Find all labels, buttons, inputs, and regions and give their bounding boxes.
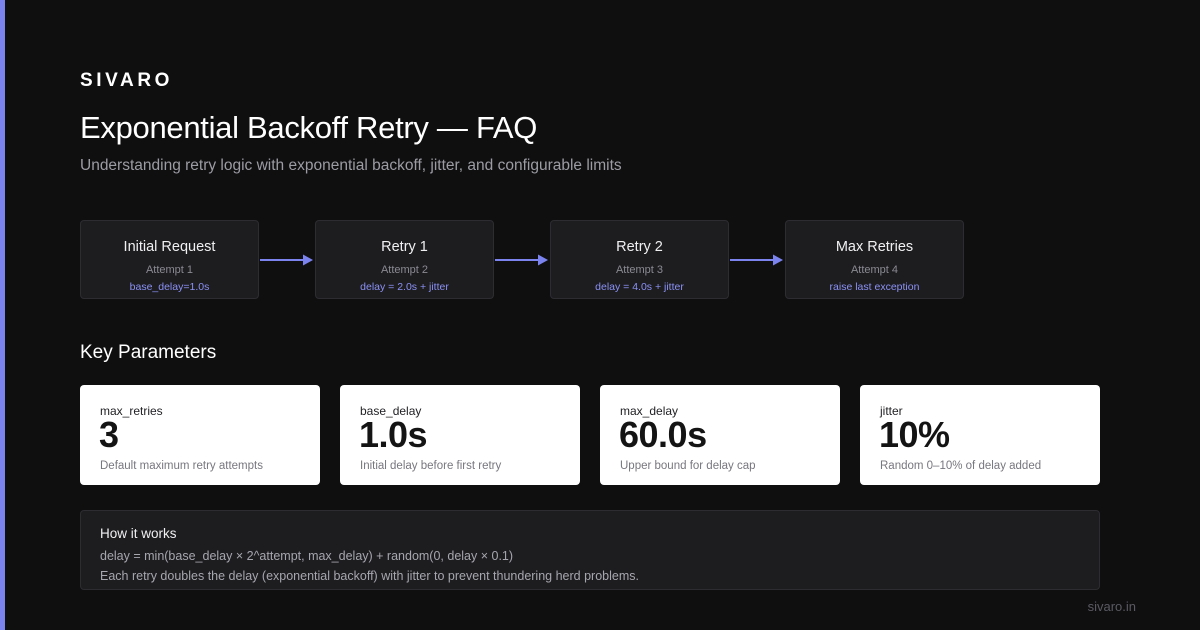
footer-site-link[interactable]: sivaro.in [1088, 599, 1136, 614]
arrow-right-icon [495, 254, 548, 266]
step-note: base_delay=1.0s [129, 281, 210, 293]
param-card-jitter: jitter 10% Random 0–10% of delay added [860, 385, 1100, 485]
how-it-works-title: How it works [100, 526, 177, 541]
key-parameters-heading: Key Parameters [80, 342, 217, 363]
param-value: 1.0s [359, 414, 428, 455]
param-description: Upper bound for delay cap [620, 460, 756, 472]
param-card-max-delay: max_delay 60.0s Upper bound for delay ca… [600, 385, 840, 485]
step-title: Max Retries [835, 239, 914, 255]
param-card-base-delay: base_delay 1.0s Initial delay before fir… [340, 385, 580, 485]
accent-bar [0, 0, 5, 630]
param-value: 10% [879, 414, 950, 455]
page-title: Exponential Backoff Retry — FAQ [80, 110, 538, 145]
page-subtitle: Understanding retry logic with exponenti… [80, 157, 622, 174]
how-it-works-box: How it works delay = min(base_delay × 2^… [80, 510, 1100, 590]
step-title: Retry 1 [381, 239, 428, 255]
param-description: Initial delay before first retry [360, 460, 502, 472]
flow-step-max-retries: Max Retries Attempt 4 raise last excepti… [785, 220, 964, 299]
step-attempt: Attempt 2 [380, 264, 429, 276]
arrow-right-icon [260, 254, 313, 266]
step-note: delay = 2.0s + jitter [360, 281, 449, 293]
step-title: Initial Request [123, 239, 216, 255]
param-card-max-retries: max_retries 3 Default maximum retry atte… [80, 385, 320, 485]
step-note: delay = 4.0s + jitter [595, 281, 684, 293]
param-description: Random 0–10% of delay added [880, 460, 1042, 472]
flow-step-retry-2: Retry 2 Attempt 3 delay = 4.0s + jitter [550, 220, 729, 299]
arrow-right-icon [730, 254, 783, 266]
param-value: 3 [99, 414, 119, 455]
flow-step-initial-request: Initial Request Attempt 1 base_delay=1.0… [80, 220, 259, 299]
delay-formula: delay = min(base_delay × 2^attempt, max_… [100, 549, 514, 563]
step-attempt: Attempt 1 [145, 264, 194, 276]
param-value: 60.0s [619, 414, 707, 455]
step-attempt: Attempt 4 [850, 264, 899, 276]
brand-logo: SIVARO [80, 70, 174, 91]
flow-step-retry-1: Retry 1 Attempt 2 delay = 2.0s + jitter [315, 220, 494, 299]
how-it-works-description: Each retry doubles the delay (exponentia… [100, 569, 639, 583]
step-title: Retry 2 [616, 239, 663, 255]
param-description: Default maximum retry attempts [100, 460, 263, 472]
step-note: raise last exception [829, 281, 920, 293]
retry-flow-diagram: Initial Request Attempt 1 base_delay=1.0… [80, 220, 980, 300]
step-attempt: Attempt 3 [615, 264, 664, 276]
